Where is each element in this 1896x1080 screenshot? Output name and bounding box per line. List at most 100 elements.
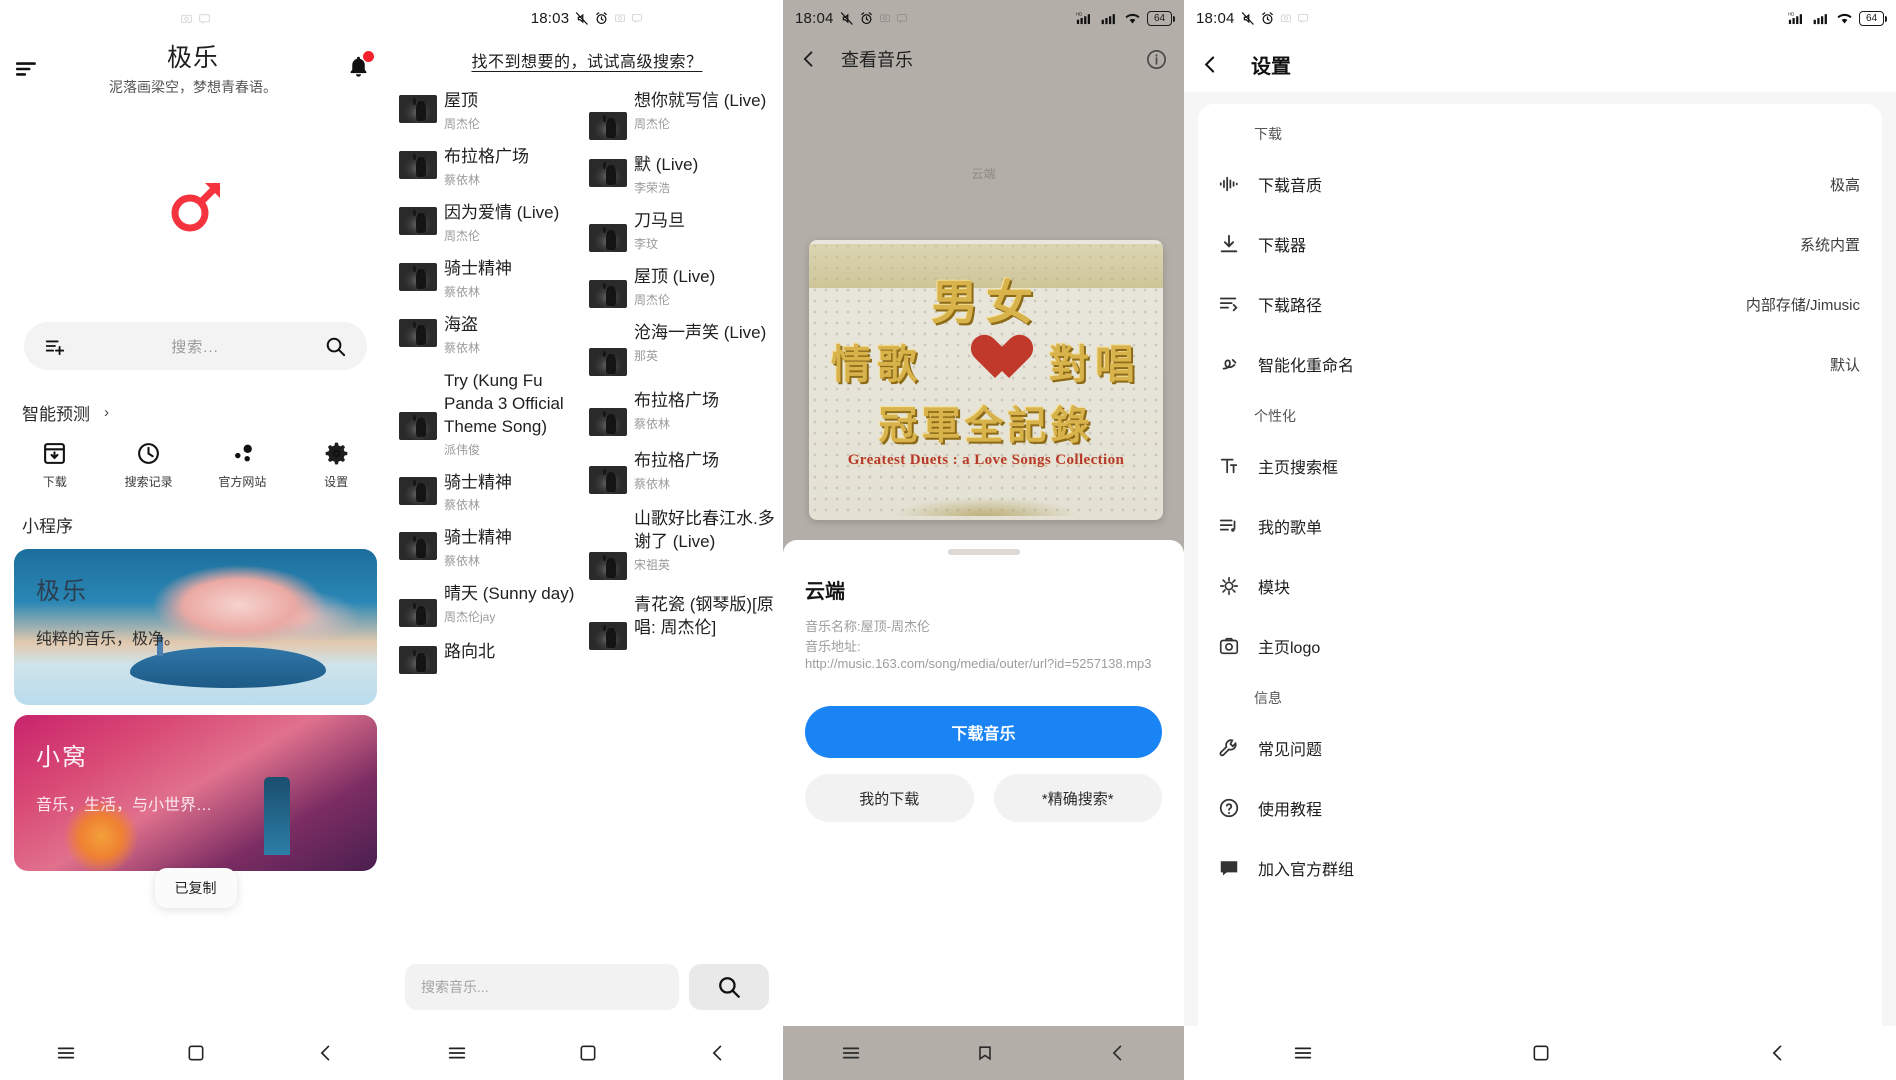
setting-row-downloader[interactable]: 下载器 系统内置 [1198, 214, 1882, 274]
album-thumbnail [399, 476, 437, 505]
album-thumbnail [399, 646, 437, 675]
signal-icon [1813, 14, 1827, 25]
song-artist: 李荣浩 [634, 180, 671, 195]
song-row[interactable]: 路向北 [399, 641, 585, 675]
notification-button[interactable] [346, 51, 374, 84]
search-bar[interactable]: 搜索... [24, 322, 367, 370]
home-icon[interactable] [186, 1043, 206, 1063]
search-submit-button[interactable] [689, 964, 769, 1010]
setting-row-modules[interactable]: 模块 [1198, 556, 1882, 616]
status-bar-2: 18:03 [391, 0, 783, 36]
search-bottom-bar: 搜索音乐... [391, 948, 783, 1026]
song-row[interactable]: 布拉格广场 蔡依林 [589, 390, 775, 436]
song-title: 山歌好比春江水.多谢了 (Live) [634, 508, 775, 551]
quick-action-settings[interactable]: 设置 [289, 441, 383, 490]
quick-action-download[interactable]: 下载 [8, 441, 102, 490]
advanced-search-link[interactable]: 找不到想要的，试试高级搜索？ [391, 48, 783, 72]
search-icon[interactable] [324, 335, 347, 358]
playlist-add-icon[interactable] [44, 335, 66, 357]
recents-icon[interactable] [840, 1042, 862, 1064]
setting-row-join-group[interactable]: 加入官方群组 [1198, 838, 1882, 898]
song-artist: 周杰伦 [634, 292, 671, 307]
playlist-icon [1218, 515, 1252, 537]
song-row[interactable]: 因为爱情 (Live) 周杰伦 [399, 202, 585, 244]
status-bar-1 [0, 0, 391, 36]
home-icon[interactable] [1531, 1043, 1551, 1063]
song-title: 屋顶 (Live) [634, 266, 716, 286]
setting-row-home-searchbox[interactable]: 主页搜索框 [1198, 436, 1882, 496]
song-row[interactable]: 布拉格广场 蔡依林 [589, 450, 775, 494]
album-thumbnail [589, 465, 627, 494]
song-row[interactable]: 沧海一声笑 (Live) 那英 [589, 322, 775, 376]
home-icon[interactable] [975, 1043, 995, 1063]
setting-row-tutorial[interactable]: 使用教程 [1198, 778, 1882, 838]
back-icon[interactable] [1768, 1043, 1788, 1063]
home-icon[interactable] [578, 1043, 598, 1063]
status-time: 18:03 [530, 9, 570, 27]
song-artist: 宋祖英 [634, 557, 671, 572]
setting-row-home-logo[interactable]: 主页logo [1198, 616, 1882, 676]
setting-row-smart-rename[interactable]: 智能化重命名 默认 [1198, 334, 1882, 394]
song-row[interactable]: 青花瓷 (钢琴版)[原唱: 周杰伦] [589, 594, 775, 650]
cover-line-2: 情歌 [831, 342, 923, 387]
alarm-icon [1261, 11, 1273, 24]
song-row[interactable]: 晴天 (Sunny day) 周杰伦jay [399, 583, 585, 628]
setting-label: 智能化重命名 [1258, 358, 1355, 375]
android-navbar-1 [0, 1026, 391, 1080]
song-row[interactable]: 山歌好比春江水.多谢了 (Live) 宋祖英 [589, 508, 775, 580]
song-artist: 李玟 [634, 236, 659, 251]
song-row[interactable]: 布拉格广场 蔡依林 [399, 146, 585, 188]
my-downloads-button[interactable]: 我的下载 [805, 774, 974, 822]
quick-action-history[interactable]: 搜索记录 [102, 441, 196, 490]
song-row[interactable]: 想你就写信 (Live) 周杰伦 [589, 90, 775, 140]
song-row[interactable]: 骑士精神 蔡依林 [399, 472, 585, 514]
back-chevron-icon[interactable] [799, 49, 819, 69]
quick-action-label: 搜索记录 [124, 475, 173, 489]
android-navbar-3 [783, 1026, 1184, 1080]
setting-row-faq[interactable]: 常见问题 [1198, 718, 1882, 778]
share-nodes-icon [234, 444, 252, 462]
card-subtitle: 音乐，生活，与小世界… [36, 797, 213, 814]
download-music-button[interactable]: 下载音乐 [805, 706, 1162, 758]
recents-icon[interactable] [1292, 1042, 1314, 1064]
card-jile[interactable]: 极乐 纯粹的音乐，极净。 [14, 549, 377, 705]
album-thumbnail [589, 551, 627, 580]
search-input[interactable]: 搜索... [66, 336, 324, 357]
setting-label: 主页搜索框 [1258, 460, 1339, 477]
quick-actions: 下载 搜索记录 官方网站 设置 [8, 441, 383, 490]
exact-search-button[interactable]: *精确搜索* [993, 774, 1162, 822]
search-music-input[interactable]: 搜索音乐... [405, 964, 679, 1010]
status-bar-3: 18:04 HD 64 [783, 0, 1184, 36]
cover-line-1: 男女 [931, 278, 1041, 330]
song-row[interactable]: 骑士精神 蔡依林 [399, 258, 585, 300]
sort-menu-icon[interactable] [14, 56, 40, 82]
recents-icon[interactable] [55, 1042, 77, 1064]
screenshot-icon [181, 14, 192, 23]
song-row[interactable]: 骑士精神 蔡依林 [399, 527, 585, 569]
song-row[interactable]: Try (Kung Fu Panda 3 Official Theme Song… [399, 370, 585, 458]
back-icon[interactable] [316, 1043, 336, 1063]
quick-action-website[interactable]: 官方网站 [196, 441, 290, 490]
recents-icon[interactable] [446, 1042, 468, 1064]
setting-row-download-quality[interactable]: 下载音质 极高 [1198, 154, 1882, 214]
info-circle-icon[interactable] [1145, 48, 1168, 71]
back-icon[interactable] [1108, 1043, 1128, 1063]
predict-section-header[interactable]: 智能预测 › [22, 400, 391, 425]
mute-icon [1241, 11, 1254, 25]
song-artist: 周杰伦 [634, 116, 671, 131]
song-title: 默 (Live) [634, 155, 699, 174]
back-icon[interactable] [708, 1043, 728, 1063]
setting-label: 我的歌单 [1258, 520, 1323, 537]
song-row[interactable]: 默 (Live) 李荣浩 [589, 154, 775, 196]
song-row[interactable]: 屋顶 周杰伦 [399, 90, 585, 132]
card-xiaowo[interactable]: 小窝 音乐，生活，与小世界… [14, 715, 377, 871]
song-row[interactable]: 刀马旦 李玟 [589, 210, 775, 252]
song-row[interactable]: 屋顶 (Live) 周杰伦 [589, 266, 775, 308]
back-chevron-icon[interactable] [1200, 54, 1221, 75]
svg-text:HD: HD [1076, 11, 1082, 16]
setting-row-download-path[interactable]: 下载路径 内部存储/Jimusic [1198, 274, 1882, 334]
song-row[interactable]: 海盗 蔡依林 [399, 314, 585, 356]
sheet-drag-handle[interactable] [947, 549, 1020, 555]
screen-home: 极乐 泥落画梁空，梦想青春语。 搜索... 智能预测 › 下载 搜索记录 官方网… [0, 0, 391, 1080]
setting-row-my-playlist[interactable]: 我的歌单 [1198, 496, 1882, 556]
